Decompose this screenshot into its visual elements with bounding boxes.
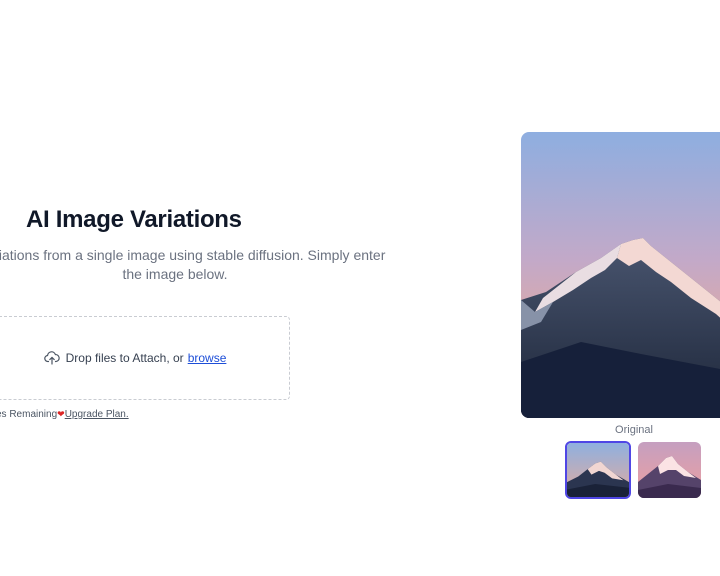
thumbnail-variation[interactable] — [638, 442, 701, 498]
credits-remaining-text: es Remaining — [0, 409, 58, 420]
mountain-variation-image — [638, 442, 701, 498]
preview-caption: Original — [615, 424, 653, 436]
dropzone-prompt: Drop files to Attach, or — [65, 351, 184, 365]
page: AI Image Variations le variations from a… — [0, 0, 720, 576]
cloud-upload-icon — [43, 351, 60, 365]
mountain-image — [521, 132, 720, 418]
page-title: AI Image Variations — [26, 206, 242, 233]
original-image-preview — [521, 132, 720, 418]
credits-status: es Remaining❤Upgrade Plan. — [0, 409, 129, 420]
page-subtitle: le variations from a single image using … — [0, 247, 386, 282]
file-dropzone[interactable]: Drop files to Attach, or browse — [0, 316, 290, 400]
heart-icon: ❤ — [57, 409, 65, 419]
browse-link[interactable]: browse — [188, 351, 227, 365]
thumbnail-original[interactable] — [565, 441, 631, 499]
mountain-thumbnail-image — [567, 443, 629, 497]
upgrade-plan-link[interactable]: Upgrade Plan. — [65, 409, 129, 420]
